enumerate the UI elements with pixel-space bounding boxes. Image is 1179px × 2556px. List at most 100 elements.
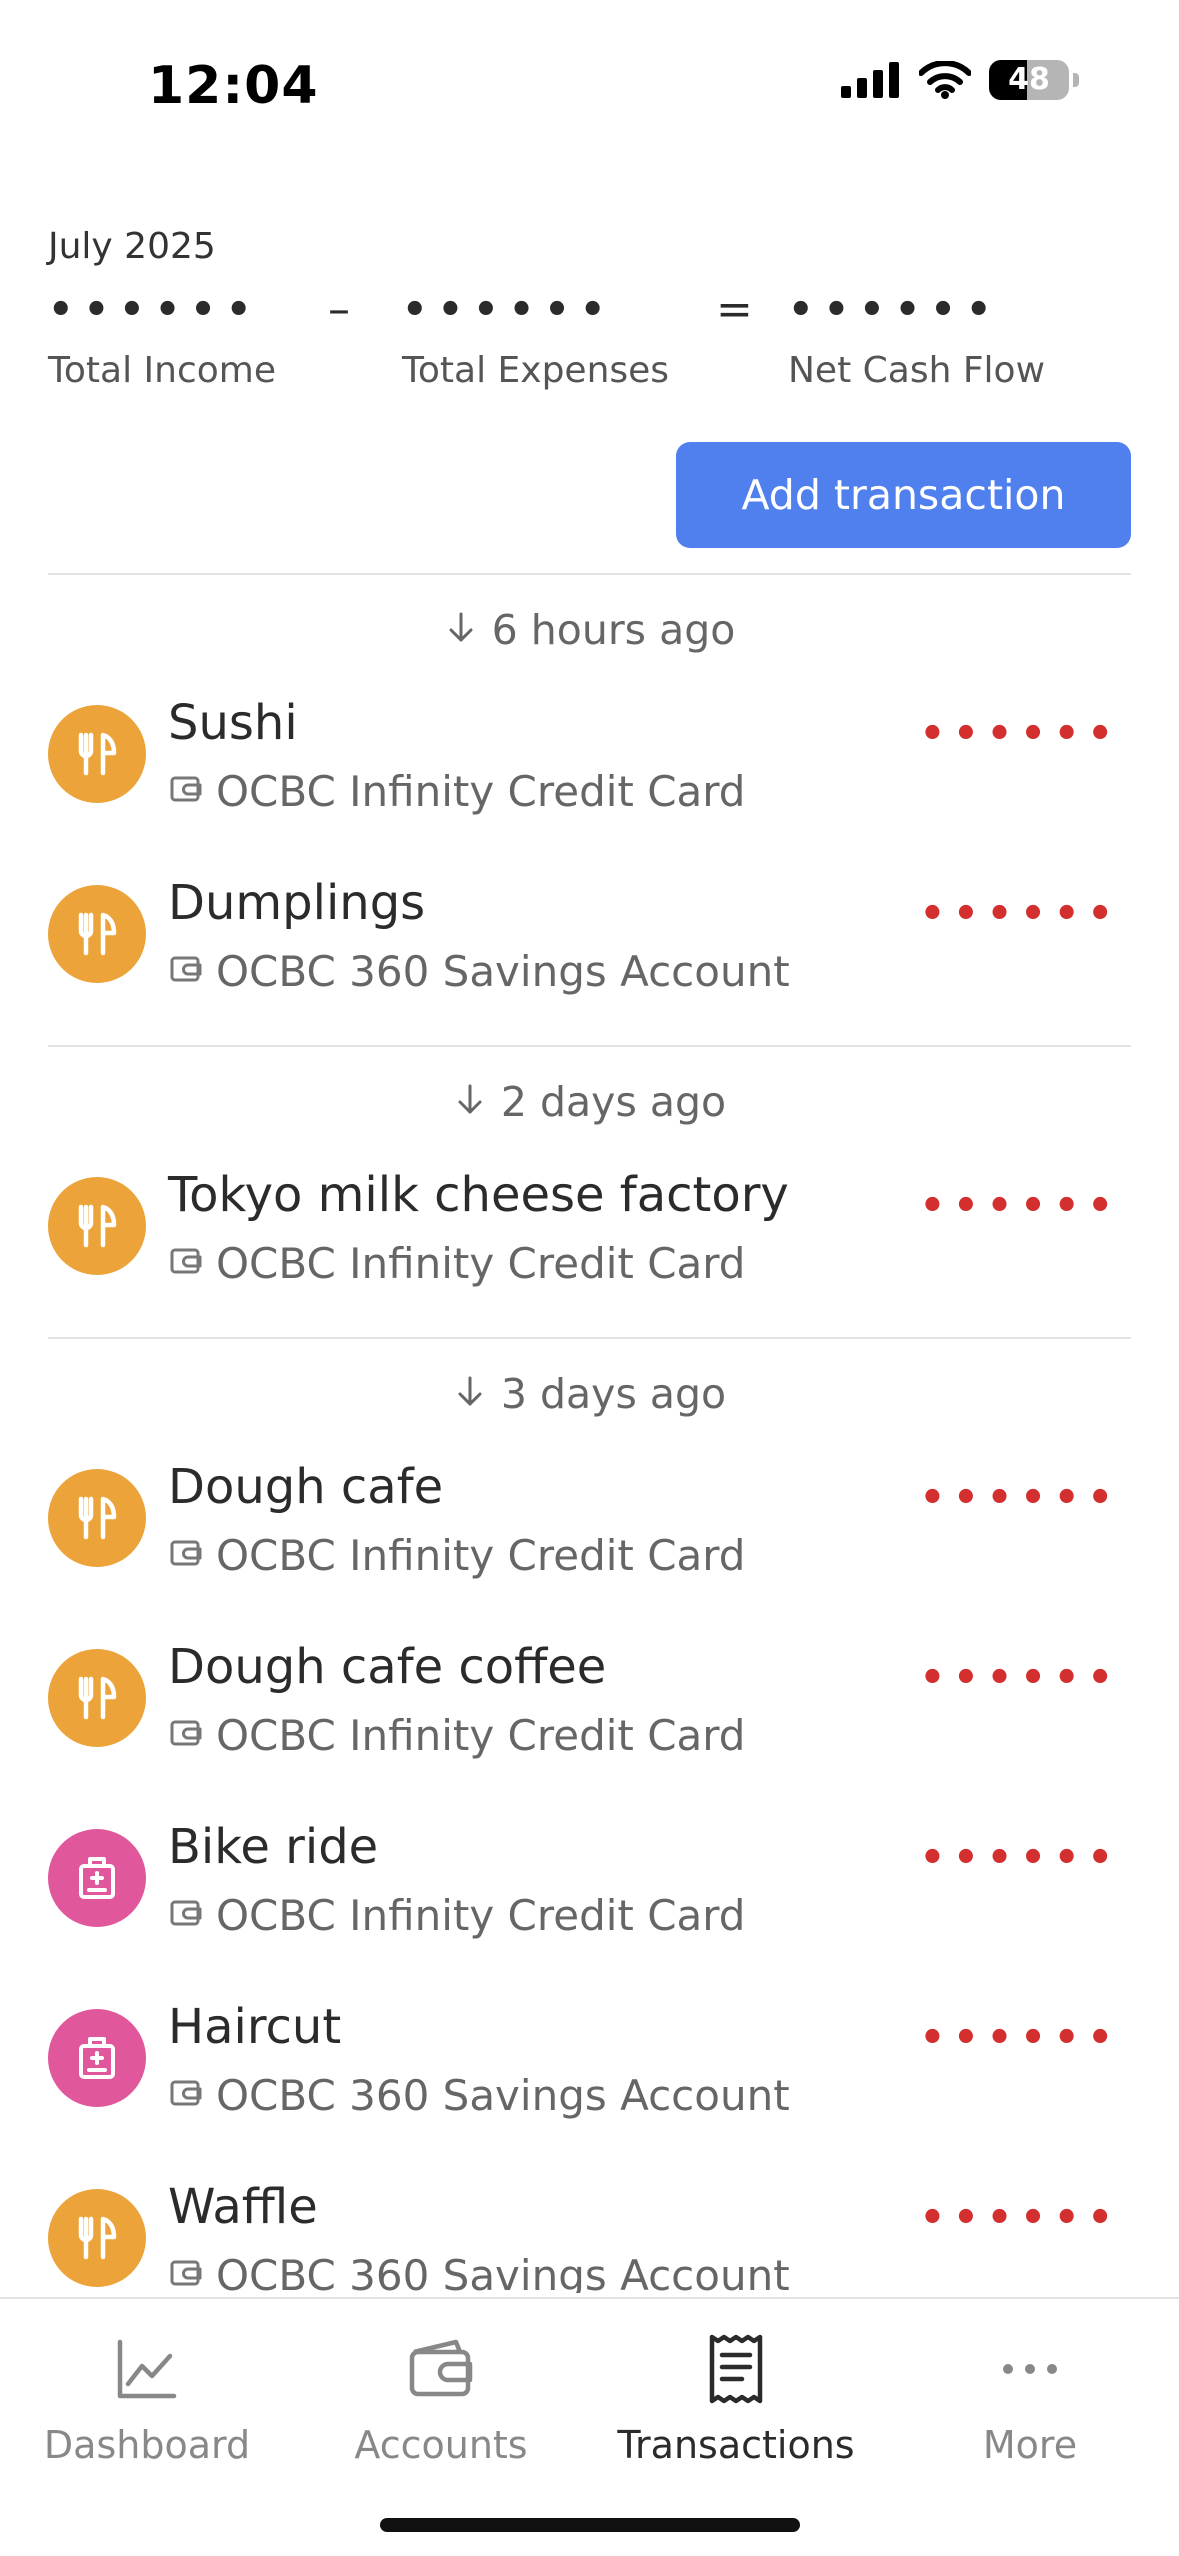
battery-icon: 48 — [989, 60, 1069, 100]
transaction-account-label: OCBC Infinity Credit Card — [216, 1711, 746, 1760]
transaction-amount: •••••• — [919, 1835, 1121, 1881]
transaction-row[interactable]: Waffle OCBC 360 Savings Account •••••• — [48, 2169, 1131, 2293]
total-income: •••••• Total Income — [48, 280, 276, 391]
transaction-row[interactable]: Sushi OCBC Infinity Credit Card •••••• — [48, 685, 1131, 865]
fork-knife-icon — [48, 2189, 146, 2287]
transaction-row[interactable]: Dumplings OCBC 360 Savings Account •••••• — [48, 865, 1131, 1045]
cellular-signal-icon — [841, 62, 899, 98]
battery-percentage: 48 — [1008, 62, 1050, 97]
transaction-amount: •••••• — [919, 2195, 1121, 2241]
net-cash-flow-label: Net Cash Flow — [788, 350, 1046, 391]
transaction-account-label: OCBC 360 Savings Account — [216, 2251, 790, 2293]
status-bar: 12:04 48 — [0, 0, 1179, 170]
transaction-account: OCBC Infinity Credit Card — [168, 1711, 745, 1760]
fork-knife-icon — [48, 885, 146, 983]
wallet-small-icon — [168, 1891, 204, 1940]
wallet-small-icon — [168, 767, 204, 816]
group-header: 6 hours ago — [48, 575, 1131, 685]
fork-knife-icon — [48, 1469, 146, 1567]
wallet-icon — [294, 2329, 588, 2409]
total-expenses-value: •••••• — [402, 287, 616, 333]
transaction-row[interactable]: Dough cafe coffee OCBC Infinity Credit Ca… — [48, 1629, 1131, 1809]
transaction-name: Tokyo milk cheese factory — [168, 1167, 789, 1223]
wallet-small-icon — [168, 1711, 204, 1760]
tab-label: Transactions — [617, 2423, 855, 2467]
transaction-group: 3 days ago Dough cafe OCBC Infinity Credit… — [48, 1337, 1131, 2293]
transaction-account-label: OCBC 360 Savings Account — [216, 947, 790, 996]
transaction-account: OCBC 360 Savings Account — [168, 947, 790, 996]
transaction-row[interactable]: Tokyo milk cheese factory OCBC Infinity C… — [48, 1157, 1131, 1337]
battery-cap — [1073, 73, 1079, 87]
transaction-amount: •••••• — [919, 2015, 1121, 2061]
medical-icon — [48, 2009, 146, 2107]
transaction-account: OCBC Infinity Credit Card — [168, 1891, 745, 1940]
transaction-amount: •••••• — [919, 891, 1121, 937]
net-cash-flow: •••••• Net Cash Flow — [788, 280, 1045, 391]
total-expenses: •••••• Total Expenses — [402, 280, 669, 391]
tab-label: Accounts — [354, 2423, 528, 2467]
tab-label: More — [982, 2423, 1078, 2467]
summary-month: July 2025 — [48, 226, 216, 267]
fork-knife-icon — [48, 1649, 146, 1747]
transaction-amount: •••••• — [919, 711, 1121, 757]
wifi-icon — [919, 61, 971, 99]
receipt-icon — [589, 2329, 883, 2409]
transaction-group: 6 hours ago Sushi OCBC Infinity Credit Car… — [48, 573, 1131, 1045]
transaction-group: 2 days ago Tokyo milk cheese factory OCBC … — [48, 1045, 1131, 1337]
transaction-account: OCBC 360 Savings Account — [168, 2251, 790, 2293]
tab-more[interactable]: More — [883, 2329, 1177, 2467]
group-header: 2 days ago — [48, 1047, 1131, 1157]
group-header: 3 days ago — [48, 1339, 1131, 1449]
wallet-small-icon — [168, 947, 204, 996]
arrow-down-icon — [453, 1078, 487, 1126]
home-indicator — [380, 2518, 800, 2532]
transaction-account-label: OCBC Infinity Credit Card — [216, 1891, 746, 1940]
transaction-amount: •••••• — [919, 1183, 1121, 1229]
medical-icon — [48, 1829, 146, 1927]
transaction-name: Bike ride — [168, 1819, 379, 1875]
transaction-list[interactable]: 6 hours ago Sushi OCBC Infinity Credit Car… — [48, 573, 1131, 2293]
minus-operator: – — [328, 284, 350, 335]
transaction-name: Dough cafe — [168, 1459, 444, 1515]
tab-dashboard[interactable]: Dashboard — [0, 2329, 294, 2467]
tab-accounts[interactable]: Accounts — [294, 2329, 588, 2467]
add-transaction-button[interactable]: Add transaction — [676, 442, 1131, 548]
transaction-row[interactable]: Haircut OCBC 360 Savings Account •••••• — [48, 1989, 1131, 2169]
transaction-account: OCBC Infinity Credit Card — [168, 767, 745, 816]
wallet-small-icon — [168, 1239, 204, 1288]
transaction-account-label: OCBC Infinity Credit Card — [216, 1239, 746, 1288]
transaction-account-label: OCBC 360 Savings Account — [216, 2071, 790, 2120]
transaction-amount: •••••• — [919, 1475, 1121, 1521]
group-header-label: 6 hours ago — [491, 606, 736, 654]
equals-operator: = — [716, 284, 753, 335]
fork-knife-icon — [48, 705, 146, 803]
wallet-small-icon — [168, 2251, 204, 2293]
total-income-value: •••••• — [48, 287, 262, 333]
transaction-account-label: OCBC Infinity Credit Card — [216, 1531, 746, 1580]
wallet-small-icon — [168, 2071, 204, 2120]
group-header-label: 3 days ago — [500, 1370, 727, 1418]
chart-line-icon — [0, 2329, 294, 2409]
tab-label: Dashboard — [43, 2423, 251, 2467]
transaction-account: OCBC 360 Savings Account — [168, 2071, 790, 2120]
transaction-amount: •••••• — [919, 1655, 1121, 1701]
net-cash-flow-value: •••••• — [788, 287, 1002, 333]
transaction-name: Waffle — [168, 2179, 318, 2235]
transaction-name: Sushi — [168, 695, 298, 751]
summary-row: •••••• Total Income – •••••• Total Expen… — [48, 280, 1131, 400]
transaction-row[interactable]: Dough cafe OCBC Infinity Credit Card •••••… — [48, 1449, 1131, 1629]
status-time: 12:04 — [148, 56, 319, 116]
arrow-down-icon — [444, 606, 478, 654]
arrow-down-icon — [453, 1370, 487, 1418]
transaction-account: OCBC Infinity Credit Card — [168, 1239, 745, 1288]
fork-knife-icon — [48, 1177, 146, 1275]
transaction-name: Dumplings — [168, 875, 426, 931]
transaction-name: Haircut — [168, 1999, 342, 2055]
transaction-row[interactable]: Bike ride OCBC Infinity Credit Card •••••• — [48, 1809, 1131, 1989]
group-header-label: 2 days ago — [500, 1078, 727, 1126]
tab-transactions[interactable]: Transactions — [589, 2329, 883, 2467]
wallet-small-icon — [168, 1531, 204, 1580]
status-icons: 48 — [841, 60, 1079, 100]
total-income-label: Total Income — [48, 350, 276, 391]
total-expenses-label: Total Expenses — [402, 350, 670, 391]
